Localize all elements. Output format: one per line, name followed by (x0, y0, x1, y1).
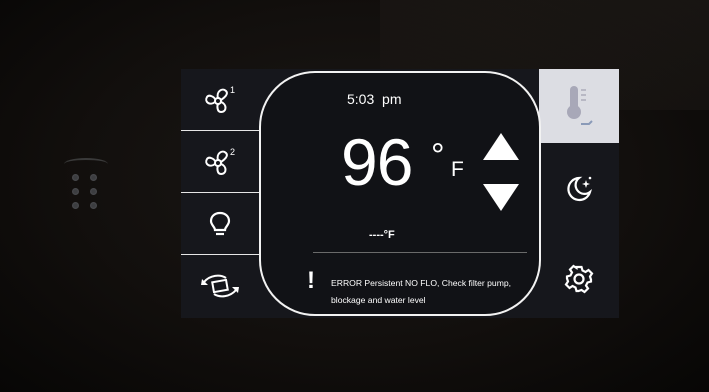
lightbulb-icon (209, 211, 231, 235)
keypad-dot (72, 188, 79, 195)
keypad-dot (72, 174, 79, 181)
keypad-dot (90, 174, 97, 181)
left-button-column: 1 2 (181, 69, 261, 318)
moon-stars-icon (567, 176, 592, 202)
arrow-up-icon[interactable] (483, 133, 519, 160)
current-temperature: 96 (341, 125, 413, 199)
pump2-button[interactable]: 2 (181, 131, 259, 193)
pump1-number: 1 (230, 85, 235, 95)
panel-divider (313, 252, 527, 253)
keypad-dot (90, 188, 97, 195)
fan-icon: 2 (205, 147, 235, 175)
exclamation-icon: ! (307, 267, 315, 294)
sleep-button[interactable] (539, 159, 619, 219)
pump1-button[interactable]: 1 (181, 69, 259, 131)
keypad-dot (72, 202, 79, 209)
clock-display: 5:03 pm (347, 91, 401, 107)
error-message: ERROR Persistent NO FLO, Check filter pu… (331, 278, 512, 305)
touch-screen: 1 2 5:03 pm 96 ° F ----°F ! ERROR Persis… (181, 69, 619, 318)
flip-button[interactable] (181, 255, 259, 318)
light-button[interactable] (181, 193, 259, 255)
clock-period: pm (382, 91, 402, 107)
thermometer-icon (567, 86, 593, 125)
keypad-dot (90, 202, 97, 209)
flip-arrows-icon (201, 274, 239, 297)
side-keypad (64, 158, 112, 228)
arrow-down-icon[interactable] (483, 184, 519, 211)
right-button-column (539, 69, 619, 318)
gear-icon (564, 264, 594, 294)
keypad-arc (64, 158, 108, 170)
temperature-unit: F (451, 158, 464, 181)
setpoint-display: ----°F (369, 229, 395, 241)
clock-time: 5:03 (347, 91, 375, 107)
heater-button[interactable] (539, 69, 619, 143)
fan-icon: 1 (205, 85, 235, 113)
degree-symbol: ° (431, 137, 445, 175)
settings-button[interactable] (539, 249, 619, 309)
pump2-number: 2 (230, 147, 235, 157)
